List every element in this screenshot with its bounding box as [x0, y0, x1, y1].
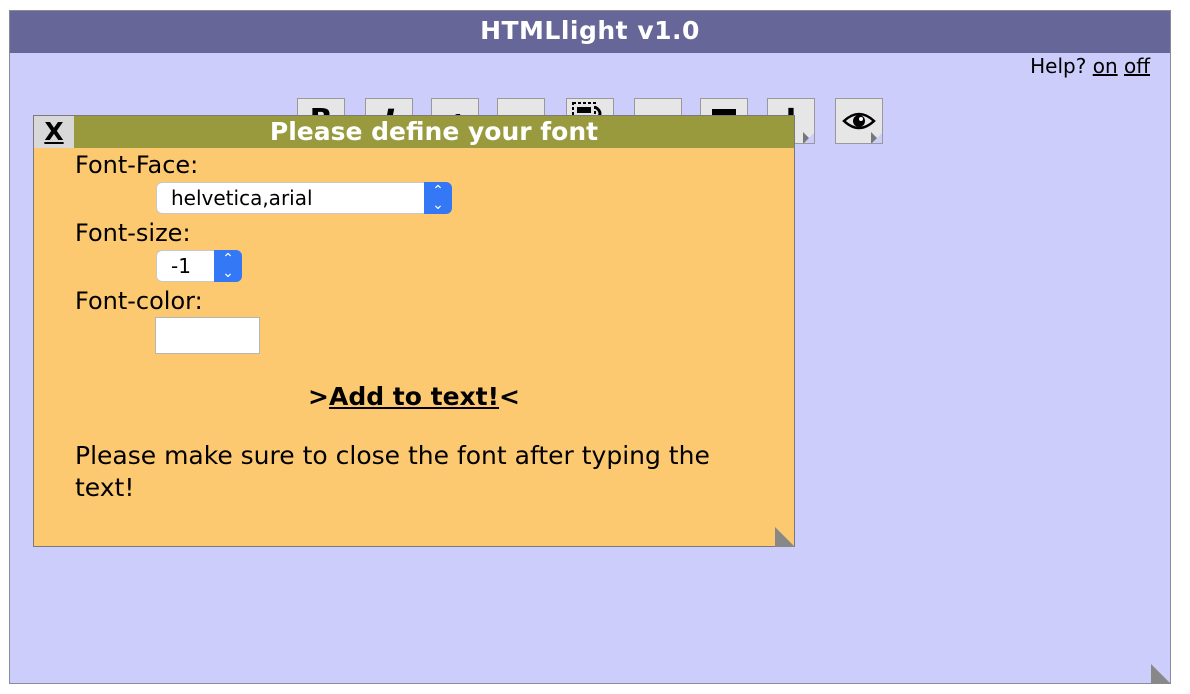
font-size-value: -1	[171, 254, 191, 278]
font-color-label: Font-color:	[75, 287, 203, 315]
font-face-label: Font-Face:	[75, 151, 199, 179]
preview-button[interactable]	[835, 98, 883, 144]
font-dialog: X Please define your font Font-Face: hel…	[33, 115, 795, 547]
help-label: Help?	[1030, 54, 1087, 78]
window-resize-corner[interactable]	[1151, 664, 1171, 684]
font-face-value: helvetica,arial	[171, 186, 313, 210]
chevron-updown-icon: ⌃ ⌄	[424, 182, 452, 214]
font-dialog-title: Please define your font	[269, 117, 599, 146]
close-button[interactable]: X	[34, 116, 74, 148]
window-title: HTMLlight v1.0	[10, 11, 1170, 53]
help-toggle: Help? on off	[1030, 54, 1150, 78]
chevron-updown-icon: ⌃ ⌄	[214, 250, 242, 282]
font-size-select[interactable]: -1 ⌃ ⌄	[156, 250, 242, 282]
help-on-link[interactable]: on	[1093, 54, 1118, 78]
add-to-text-link[interactable]: Add to text!	[329, 382, 499, 411]
add-suffix: <	[499, 382, 520, 411]
font-face-select[interactable]: helvetica,arial ⌃ ⌄	[156, 182, 452, 214]
add-to-text: >Add to text!<	[34, 382, 794, 411]
help-off-link[interactable]: off	[1124, 54, 1150, 78]
add-prefix: >	[308, 382, 329, 411]
close-font-note: Please make sure to close the font after…	[75, 441, 710, 502]
font-dialog-header: X Please define your font	[34, 116, 794, 148]
font-size-label: Font-size:	[75, 219, 191, 247]
dialog-resize-corner[interactable]	[775, 527, 795, 547]
font-color-input[interactable]	[155, 317, 260, 354]
